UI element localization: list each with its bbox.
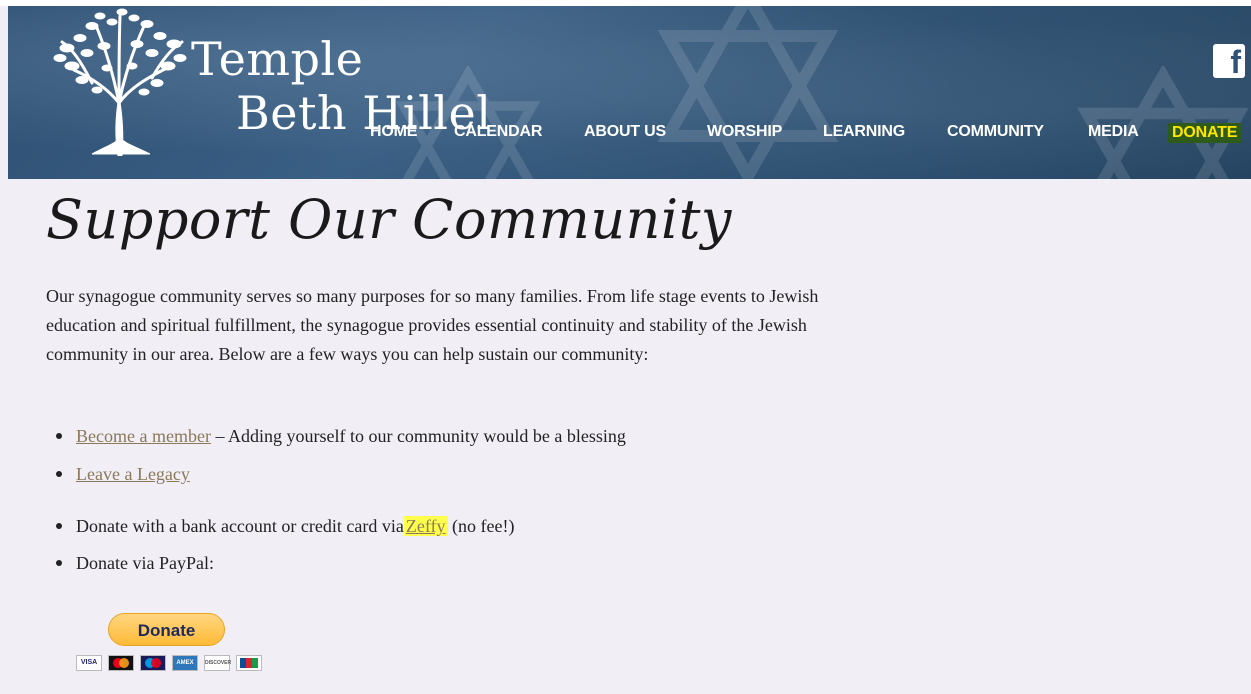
zeffy-link[interactable]: Zeffy — [403, 516, 448, 536]
facebook-icon[interactable]: f — [1213, 44, 1245, 78]
become-member-text: – Adding yourself to our community would… — [210, 426, 626, 446]
nav-worship[interactable]: WORSHIP — [707, 123, 782, 141]
nav-calendar[interactable]: CALENDAR — [454, 123, 542, 141]
bullet-dot — [56, 471, 62, 477]
zeffy-pre-text: Donate with a bank account or credit car… — [76, 516, 404, 536]
bullet-dot — [56, 523, 62, 529]
nav-about-us[interactable]: ABOUT US — [584, 123, 666, 141]
bullet-dot — [56, 560, 62, 566]
list-item: Donate with a bank account or credit car… — [46, 512, 626, 549]
paypal-text: Donate via PayPal: — [76, 553, 214, 573]
jcb-card-icon — [236, 655, 262, 671]
support-options-list: Become a member – Adding yourself to our… — [46, 422, 626, 577]
discover-card-icon: DISCOVER — [204, 655, 231, 671]
visa-card-icon: VISA — [76, 655, 102, 671]
site-header: Temple Beth Hillel f HOME CALENDAR ABOUT… — [8, 6, 1251, 179]
paypal-donate-button[interactable]: Donate — [108, 613, 225, 646]
nav-home[interactable]: HOME — [370, 123, 417, 141]
list-item: Become a member – Adding yourself to our… — [46, 422, 626, 460]
mastercard-icon — [108, 655, 134, 671]
amex-card-icon: AMEX — [172, 655, 198, 671]
page-title: Support Our Community — [46, 188, 732, 251]
become-member-link[interactable]: Become a member — [76, 426, 211, 446]
tree-logo-icon[interactable] — [52, 8, 190, 156]
nav-community[interactable]: COMMUNITY — [947, 123, 1044, 141]
nav-learning[interactable]: LEARNING — [823, 123, 905, 141]
logo-text-temple[interactable]: Temple — [191, 36, 363, 82]
star-of-david-watermark-icon — [657, 6, 839, 179]
nav-media[interactable]: MEDIA — [1088, 123, 1139, 141]
list-item: Donate via PayPal: — [46, 549, 626, 577]
list-item: Leave a Legacy — [46, 460, 626, 512]
intro-paragraph: Our synagogue community serves so many p… — [46, 286, 819, 364]
nav-donate[interactable]: DONATE — [1168, 123, 1242, 143]
maestro-card-icon — [140, 655, 166, 671]
leave-legacy-link[interactable]: Leave a Legacy — [76, 464, 190, 484]
bullet-dot — [56, 433, 62, 439]
zeffy-post-text: (no fee!) — [447, 516, 515, 536]
